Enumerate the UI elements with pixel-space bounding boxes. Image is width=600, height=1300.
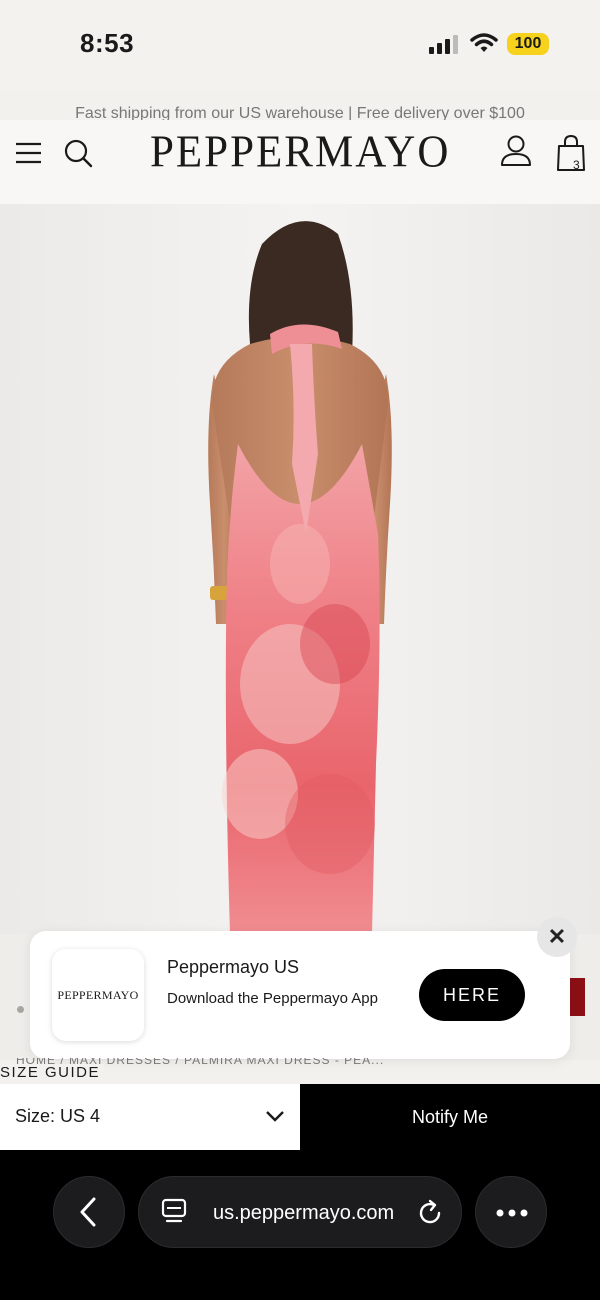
back-button[interactable] [53, 1176, 125, 1248]
app-banner-description: Download the Peppermayo App [167, 990, 378, 1007]
status-bar: 8:53 100 [0, 0, 600, 90]
ellipsis-icon [496, 1209, 528, 1217]
size-guide-link[interactable]: SIZE GUIDE [0, 1064, 105, 1081]
close-icon[interactable]: ✕ [537, 917, 577, 957]
account-icon[interactable] [499, 134, 533, 168]
notify-me-button[interactable]: Notify Me [300, 1084, 600, 1150]
reload-icon[interactable] [416, 1199, 444, 1227]
app-logo: PEPPERMAYO [52, 949, 144, 1041]
battery-indicator: 100 [507, 33, 549, 55]
bag-count-badge: 3 [573, 158, 580, 172]
size-select-value: Size: US 4 [15, 1106, 101, 1126]
browser-toolbar: us.peppermayo.com [0, 1150, 600, 1300]
address-bar[interactable]: us.peppermayo.com [138, 1176, 462, 1248]
chevron-left-icon [80, 1197, 96, 1227]
brand-logo[interactable]: PEPPERMAYO [150, 127, 450, 178]
app-download-banner: PEPPERMAYO Peppermayo US Download the Pe… [30, 931, 570, 1059]
wifi-icon [470, 33, 498, 52]
site-header: PEPPERMAYO 3 [0, 120, 600, 204]
announcement-bar: Fast shipping from our US warehouse | Fr… [75, 105, 525, 122]
more-options-button[interactable] [475, 1176, 547, 1248]
chevron-down-icon [266, 1111, 284, 1122]
url-text: us.peppermayo.com [213, 1202, 395, 1224]
gallery-pagination-dot[interactable] [17, 1006, 24, 1013]
search-icon[interactable] [62, 137, 94, 169]
tab-icon[interactable] [161, 1198, 187, 1226]
clock: 8:53 [80, 28, 135, 58]
app-banner-title: Peppermayo US [167, 957, 300, 977]
bag-icon[interactable] [556, 134, 586, 172]
menu-icon[interactable] [14, 138, 44, 168]
signal-icon [429, 35, 458, 54]
app-download-button[interactable]: HERE [419, 969, 525, 1021]
size-select[interactable]: Size: US 4 [0, 1084, 300, 1150]
